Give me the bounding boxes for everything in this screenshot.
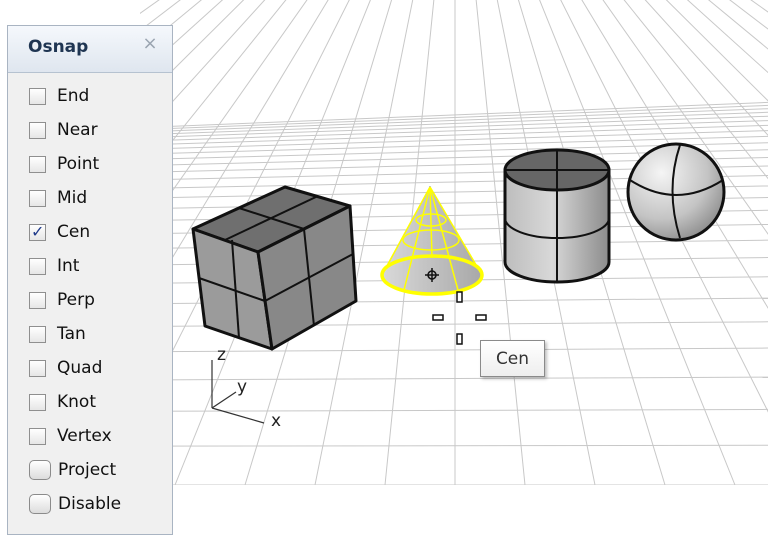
- checkbox-point[interactable]: [29, 155, 46, 173]
- checkbox-cen[interactable]: [29, 222, 46, 241]
- option-label: Vertex: [57, 426, 112, 446]
- osnap-panel: Osnap × End Near Point Mid Cen Int Perp Tan Quad…: [7, 25, 173, 535]
- option-label: Point: [57, 154, 100, 174]
- axis-x-label: x: [271, 411, 281, 431]
- checkbox-vertex[interactable]: [29, 427, 46, 445]
- button-label: Disable: [58, 494, 122, 514]
- cylinder-object[interactable]: [503, 148, 611, 284]
- disable-toggle[interactable]: [29, 494, 51, 514]
- option-label: End: [57, 86, 90, 106]
- osnap-option-cen[interactable]: Cen: [29, 217, 90, 247]
- checkbox-tan[interactable]: [29, 325, 46, 343]
- option-label: Cen: [57, 222, 91, 242]
- option-label: Tan: [57, 324, 86, 344]
- close-icon[interactable]: ×: [142, 35, 158, 53]
- option-label: Near: [57, 120, 98, 140]
- perspective-viewport[interactable]: z y x: [140, 0, 768, 485]
- osnap-markers: [432, 291, 487, 345]
- checkbox-mid[interactable]: [29, 189, 46, 207]
- option-label: Int: [57, 256, 80, 276]
- osnap-option-mid[interactable]: Mid: [29, 183, 87, 213]
- panel-header: Osnap ×: [8, 26, 172, 73]
- checkbox-quad[interactable]: [29, 359, 46, 377]
- checkbox-near[interactable]: [29, 121, 46, 139]
- axis-z-label: z: [217, 345, 226, 365]
- project-toggle[interactable]: [29, 460, 51, 480]
- osnap-option-perp[interactable]: Perp: [29, 285, 95, 315]
- option-label: Knot: [57, 392, 96, 412]
- osnap-option-tan[interactable]: Tan: [29, 319, 86, 349]
- checkbox-end[interactable]: [29, 87, 46, 105]
- option-label: Quad: [57, 358, 103, 378]
- disable-button[interactable]: Disable: [29, 489, 121, 519]
- osnap-option-vertex[interactable]: Vertex: [29, 421, 112, 451]
- osnap-option-quad[interactable]: Quad: [29, 353, 102, 383]
- axis-y-label: y: [237, 377, 247, 397]
- checkbox-int[interactable]: [29, 257, 46, 275]
- sphere-object[interactable]: [626, 142, 726, 242]
- option-label: Mid: [57, 188, 88, 208]
- checkbox-perp[interactable]: [29, 291, 46, 309]
- panel-title: Osnap: [28, 37, 89, 57]
- project-button[interactable]: Project: [29, 455, 116, 485]
- osnap-option-int[interactable]: Int: [29, 251, 79, 281]
- checkbox-knot[interactable]: [29, 393, 46, 411]
- osnap-option-end[interactable]: End: [29, 81, 89, 111]
- osnap-option-point[interactable]: Point: [29, 149, 99, 179]
- osnap-option-near[interactable]: Near: [29, 115, 98, 145]
- button-label: Project: [58, 460, 117, 480]
- viewport-canvas[interactable]: z y x: [140, 0, 768, 485]
- option-label: Perp: [57, 290, 95, 310]
- osnap-tooltip: Cen: [480, 340, 545, 377]
- osnap-option-knot[interactable]: Knot: [29, 387, 96, 417]
